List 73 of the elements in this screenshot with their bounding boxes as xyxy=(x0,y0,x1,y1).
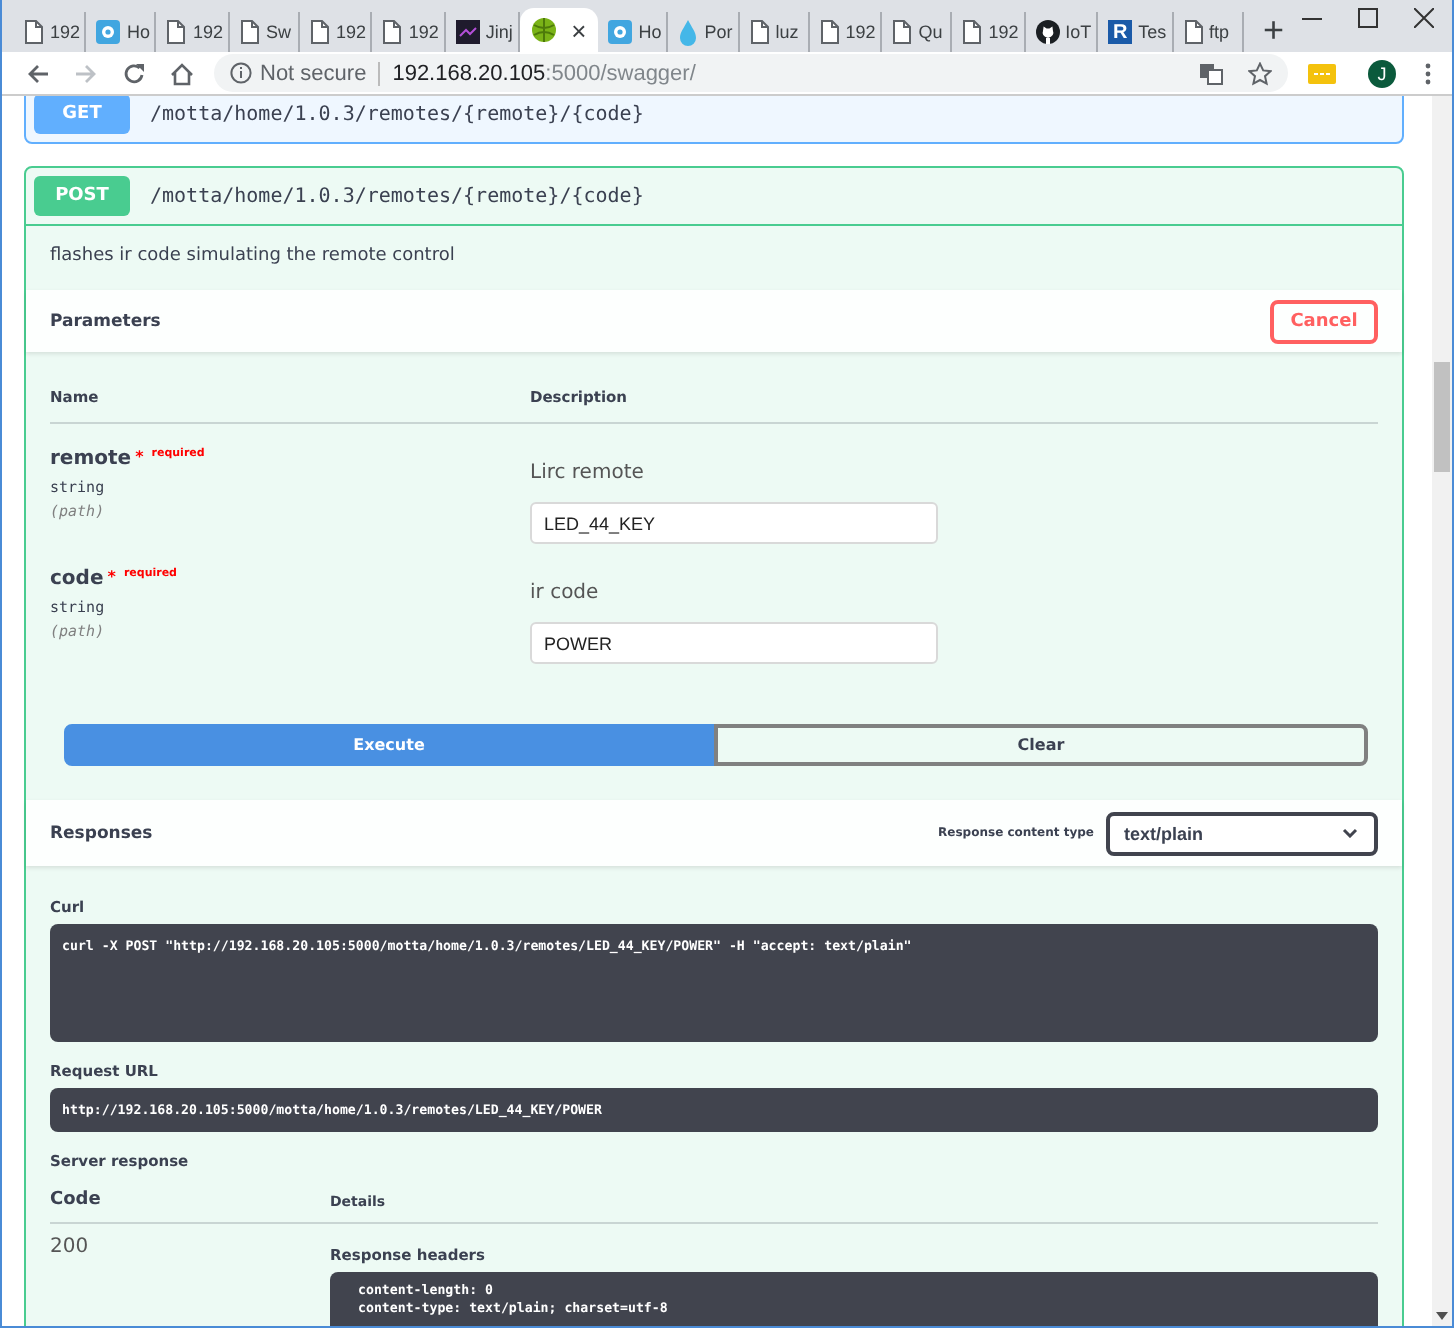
parameter-description: Lirc remote xyxy=(530,462,646,484)
operation-description: flashes ir code simulating the remote control xyxy=(48,244,457,270)
menu-icon[interactable] xyxy=(1424,61,1432,85)
endpoint-path: /motta/home/1.0.3/remotes/{remote}/{code} xyxy=(150,103,644,125)
home-icon[interactable] xyxy=(170,61,194,85)
close-tab-button[interactable]: × xyxy=(571,15,587,45)
tab-title: Sw xyxy=(265,22,291,42)
endpoint-path: /motta/home/1.0.3/remotes/{remote}/{code} xyxy=(150,185,644,207)
tab-title: Tes xyxy=(1138,22,1167,42)
document-icon xyxy=(1183,20,1204,44)
tab-title: IoT xyxy=(1065,22,1092,42)
column-header: Code xyxy=(50,1190,103,1210)
scrollbar-thumb[interactable] xyxy=(1434,362,1450,472)
url-text: 192.168.20.105:5000/swagger/ xyxy=(390,61,696,85)
parameter-name: code xyxy=(50,568,104,590)
scroll-down-icon[interactable] xyxy=(1436,1312,1448,1320)
info-icon[interactable] xyxy=(230,62,252,84)
method-badge: GET xyxy=(34,96,130,134)
tab-title: 192 xyxy=(408,22,439,42)
maximize-icon[interactable] xyxy=(1358,8,1379,28)
tab-title: 192 xyxy=(988,22,1019,42)
document-icon xyxy=(239,20,260,44)
letter-logo-icon: R xyxy=(1108,20,1133,44)
method-badge: POST xyxy=(34,176,130,216)
tab-title: Jinj xyxy=(485,22,513,42)
security-label: Not secure xyxy=(260,61,381,85)
tab-title: luz xyxy=(775,22,799,42)
tab-title: Por xyxy=(704,22,733,42)
input-field[interactable]: LED_44_KEY xyxy=(530,502,938,544)
clear-button[interactable]: Clear xyxy=(714,724,1368,766)
tab-title: 192 xyxy=(192,22,223,42)
drop-icon xyxy=(678,19,699,45)
section-title: Responses xyxy=(50,823,155,843)
tab-title: Ho xyxy=(638,22,662,42)
document-icon xyxy=(819,20,840,44)
browser-tab[interactable]: × xyxy=(519,8,599,52)
content-type-dropdown[interactable]: text/plain xyxy=(1106,811,1378,855)
required-mark: * xyxy=(107,568,116,586)
operation-header[interactable]: POST /motta/home/1.0.3/remotes/{remote}/{code} xyxy=(26,168,1402,226)
document-icon xyxy=(382,20,403,44)
tab-title: 192 xyxy=(335,22,366,42)
bookmark-star-icon[interactable] xyxy=(1248,61,1272,85)
tab-title: Ho xyxy=(126,22,150,42)
tab-title: 192 xyxy=(50,22,81,42)
tab-title: Qu xyxy=(918,22,943,42)
reload-icon[interactable] xyxy=(122,61,146,85)
back-icon[interactable] xyxy=(26,61,50,85)
translate-icon[interactable] xyxy=(1200,61,1224,85)
operation-header[interactable]: GET /motta/home/1.0.3/remotes/{remote}/{code} xyxy=(26,96,1402,142)
input-field[interactable]: POWER xyxy=(530,622,938,664)
profile-avatar[interactable]: J xyxy=(1368,59,1396,87)
section-title: Parameters xyxy=(50,311,161,331)
document-icon xyxy=(892,20,913,44)
document-icon xyxy=(24,20,44,44)
flower-tile-icon xyxy=(96,20,121,44)
flower-tile-icon xyxy=(608,20,633,44)
address-bar[interactable]: Not secure 192.168.20.105:5000/swagger/ xyxy=(214,54,1288,92)
status-code: 200 xyxy=(50,1236,91,1262)
dark-square-icon xyxy=(455,20,480,44)
document-icon xyxy=(962,20,983,44)
tab-title: 192 xyxy=(845,22,876,42)
document-icon xyxy=(749,20,770,44)
tab-title: ftp xyxy=(1209,22,1230,42)
parameter-name: remote xyxy=(50,448,132,470)
new-tab-button[interactable]: + xyxy=(1263,10,1285,50)
parameter-description: ir code xyxy=(530,582,601,604)
close-icon[interactable] xyxy=(1414,8,1435,28)
document-icon xyxy=(166,20,187,44)
document-icon xyxy=(309,20,330,44)
cat-logo-icon xyxy=(1035,20,1060,44)
ball-icon xyxy=(531,18,556,42)
chevron-down-icon xyxy=(1342,828,1358,838)
required-mark: * xyxy=(135,448,144,466)
